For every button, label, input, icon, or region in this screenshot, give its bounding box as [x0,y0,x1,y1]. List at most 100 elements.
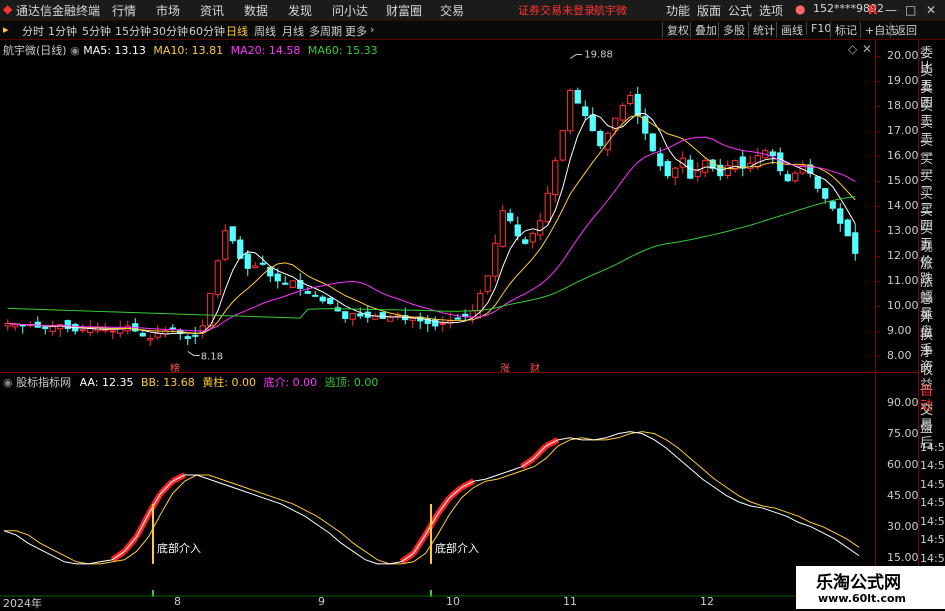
period-multi[interactable]: 多周期 [309,23,342,39]
period-60min[interactable]: 60分钟 [189,23,225,39]
stock-name-title: 航宇微 [594,4,627,17]
date-label-9: 9 [318,595,325,608]
date-label-10: 10 [446,595,460,608]
price-tick-label: 18.00 [887,98,919,112]
candle-body [664,161,671,177]
menu-xuanxiang[interactable]: 选项 [759,2,783,19]
candle-body [462,313,469,317]
indicator-tick-label: 45.00 [887,488,919,502]
menu-wenxiaoda[interactable]: 问小达 [332,2,368,19]
tool-tongji[interactable]: 统计 [748,22,775,38]
candle-body [672,167,679,178]
price-tick-label: 11.00 [887,273,919,287]
menu-banmian[interactable]: 版面 [697,2,721,19]
candle-body [409,317,416,321]
watermark-url: www.60lt.com [818,592,907,605]
candle-body [379,312,386,319]
period-more[interactable]: 更多 [345,23,367,39]
menu-gongshi[interactable]: 公式 [728,2,752,19]
menu-bar: ◆ 通达信金融终端 行情 市场 资讯 数据 发现 问小达 财富圈 交易 证券交易… [0,0,945,21]
candle-body [522,239,529,244]
pane-divider [0,372,918,373]
candle-body [319,296,326,302]
date-axis: 2024年 8 9 10 11 12 [0,595,918,610]
candlestick-chart[interactable]: 19.88 8.18 [0,40,875,372]
candle-body [42,326,49,329]
maximize-button[interactable]: □ [905,3,916,17]
price-tick-label: 13.00 [887,223,919,237]
period-30min[interactable]: 30分钟 [152,23,188,39]
period-weekly[interactable]: 周线 [254,23,276,39]
candle-body [244,253,251,269]
price-tick [875,130,880,132]
candle-body [694,170,701,177]
candle-body [544,192,551,223]
price-tick [875,230,880,232]
candle-body [252,265,259,269]
candle-body [274,273,281,282]
menu-caifuquan[interactable]: 财富圈 [386,2,422,19]
tool-biaoji-icon[interactable]: 标记 [830,22,857,38]
menu-gongneng[interactable]: 功能 [666,2,690,19]
candle-body [739,156,746,169]
tool-huaxian[interactable]: 画线 [776,22,803,38]
price-tick [875,180,880,182]
tool-f10[interactable]: F10 [806,22,831,35]
candle-body [454,317,461,320]
candle-body [439,322,446,325]
date-label-12: 12 [700,595,714,608]
candle-body [657,153,664,167]
period-fenshi[interactable]: 分时 [22,23,44,39]
indicator-chart[interactable] [0,372,875,597]
price-tick [875,330,880,332]
price-tick-label: 20.00 [887,48,919,62]
candle-body [852,232,859,254]
menu-zixun[interactable]: 资讯 [200,2,224,19]
candle-body [349,312,356,320]
user-avatar-icon[interactable]: ● [795,2,805,16]
menu-shichang[interactable]: 市场 [156,2,180,19]
chevron-left-icon[interactable]: ▸ [3,23,9,36]
candle-body [792,172,799,182]
period-5min[interactable]: 5分钟 [82,23,111,39]
tool-duogu[interactable]: 多股 [718,22,745,38]
tool-back[interactable]: 返回 [890,22,917,38]
period-toolbar: ▸ 分时 1分钟 5分钟 15分钟 30分钟 60分钟 日线 周线 月线 多周期… [0,21,945,40]
candle-body [514,224,521,237]
candle-body [814,176,821,189]
candle-body [529,232,536,243]
login-notice[interactable]: 证券交易未登录 [518,2,595,18]
trade-time: 14:56 [920,551,945,565]
tool-fuquan[interactable]: 复权 [662,22,689,38]
period-daily[interactable]: 日线 [226,23,248,39]
ma10-line [7,114,856,334]
candle-body [12,324,19,328]
price-tick-label: 17.00 [887,123,919,137]
candle-body [229,226,236,242]
candle-body [702,160,709,173]
menu-shuju[interactable]: 数据 [244,2,268,19]
menu-faxian[interactable]: 发现 [288,2,312,19]
candle-body [537,220,544,236]
candle-body [342,311,349,319]
candle-body [724,165,731,176]
close-button[interactable]: ✕ [926,3,936,17]
chevron-right-icon[interactable]: › [370,23,374,36]
candle-body [282,282,289,285]
period-monthly[interactable]: 月线 [282,23,304,39]
candle-body [477,292,484,312]
menu-hangqing[interactable]: 行情 [112,2,136,19]
date-label-8: 8 [174,595,181,608]
candle-body [499,210,506,247]
candle-body [844,219,851,237]
minimize-button[interactable]: — [885,3,897,17]
low-label: 8.18 [201,351,223,362]
period-1min[interactable]: 1分钟 [48,23,77,39]
r-icon[interactable]: R [868,3,877,17]
menu-jiaoyi[interactable]: 交易 [440,2,464,19]
price-tick-label: 12.00 [887,248,919,262]
period-15min[interactable]: 15分钟 [115,23,151,39]
candle-body [304,290,311,294]
tool-diejia[interactable]: 叠加 [690,22,717,38]
watermark-title: 乐淘公式网 [816,573,901,593]
